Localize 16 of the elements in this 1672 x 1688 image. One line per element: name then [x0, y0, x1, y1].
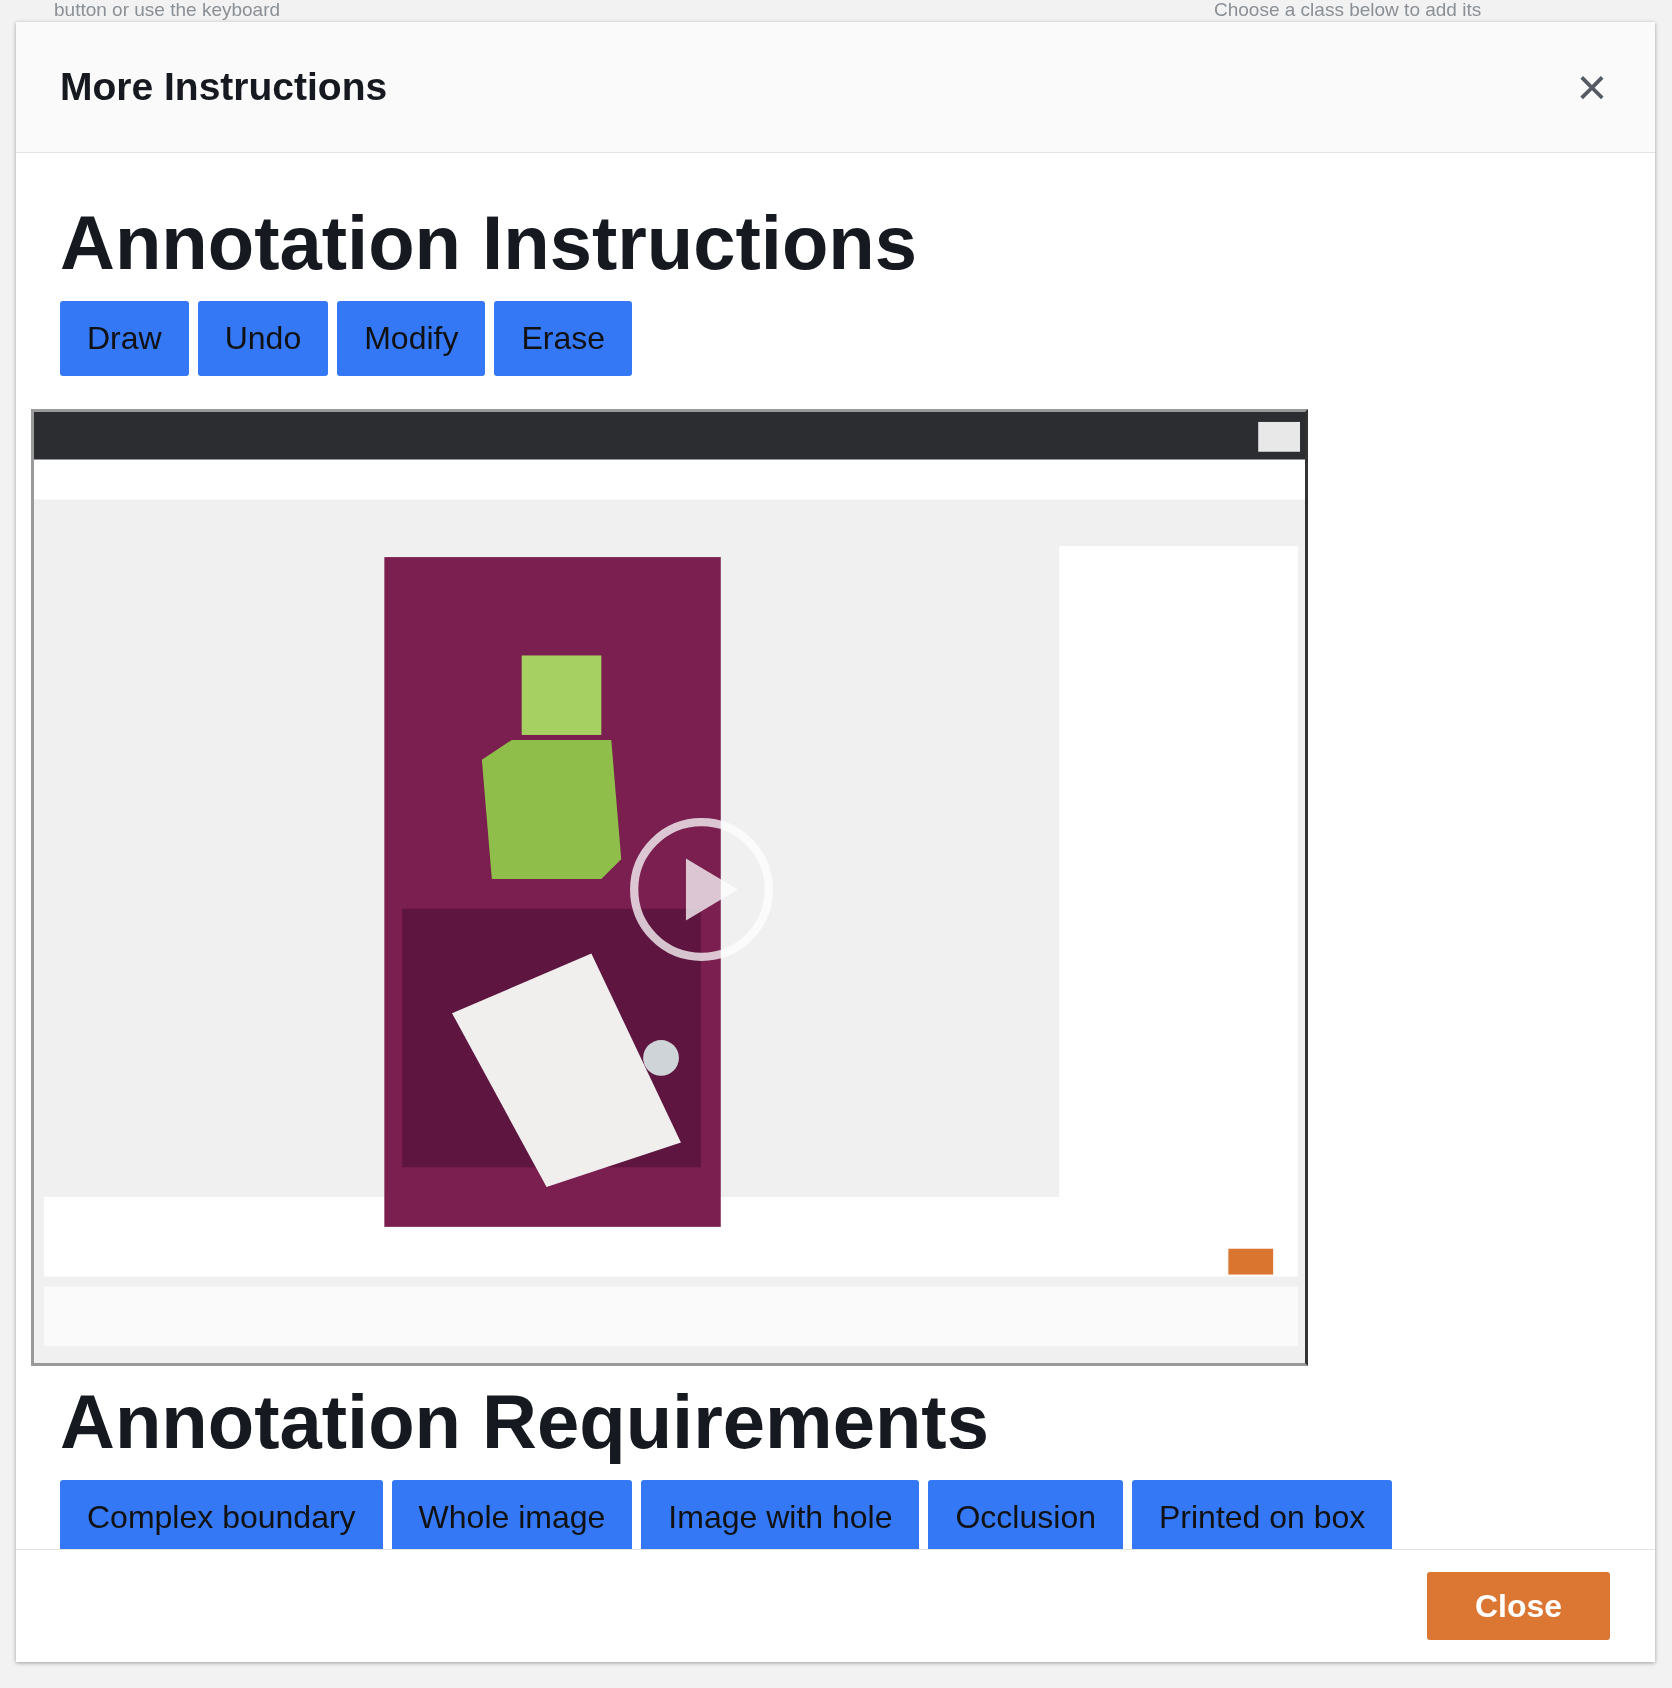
modal-title: More Instructions	[60, 65, 388, 109]
instruction-button[interactable]: Printed on box	[1131, 1480, 1393, 1549]
background-text: button or use the keyboard	[54, 0, 282, 22]
instruction-button[interactable]: Image with hole	[641, 1480, 920, 1549]
section-heading: Annotation Instructions	[60, 199, 919, 287]
instruction-button[interactable]: Occlusion	[928, 1480, 1123, 1549]
section-heading: Annotation Requirements	[60, 1378, 990, 1466]
instruction-button[interactable]: Modify	[337, 301, 486, 376]
background-text: Choose a class below to add its	[1214, 0, 1482, 22]
instruction-button[interactable]: Erase	[494, 301, 632, 376]
close-button[interactable]: Close	[1427, 1572, 1610, 1640]
instruction-button[interactable]: Complex boundary	[60, 1480, 383, 1549]
instruction-button[interactable]: Draw	[60, 301, 189, 376]
instruction-button[interactable]: Undo	[197, 301, 329, 376]
play-icon[interactable]	[629, 817, 774, 962]
instruction-button[interactable]: Whole image	[391, 1480, 633, 1549]
